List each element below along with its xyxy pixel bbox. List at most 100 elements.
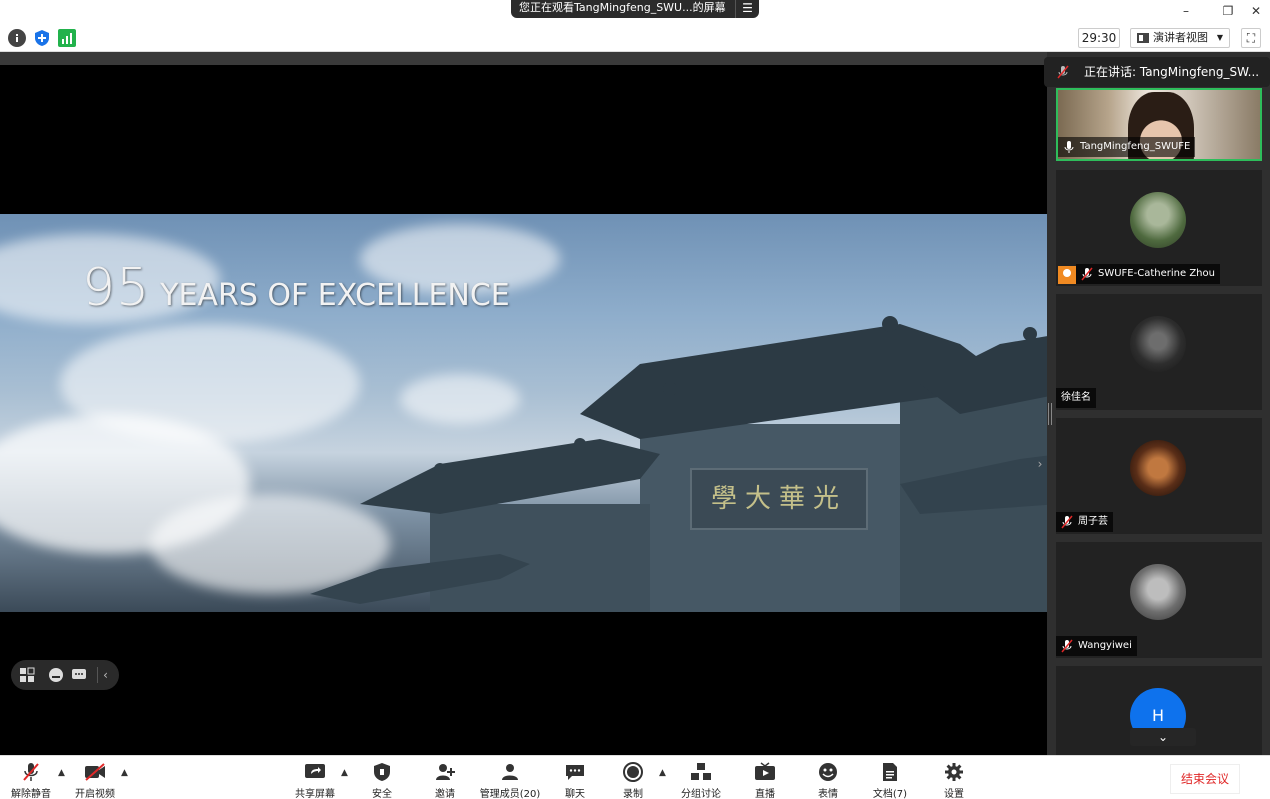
video-options-caret[interactable]: ▲ xyxy=(121,768,128,778)
participant-tile[interactable]: 徐佳名 xyxy=(1056,294,1262,410)
muted-mic-icon xyxy=(1061,639,1073,653)
slide-title-text: YEARS OF EXCELLENCE xyxy=(160,278,510,313)
participant-avatar xyxy=(1130,564,1186,620)
chat-button[interactable]: 聊天 xyxy=(555,762,595,799)
muted-mic-icon xyxy=(1081,267,1093,281)
documents-button[interactable]: 文档(7) xyxy=(870,762,910,799)
chevron-down-icon: ▼ xyxy=(1216,33,1223,42)
participant-tile[interactable]: 周子芸 xyxy=(1056,418,1262,534)
participant-name: SWUFE-Catherine Zhou xyxy=(1098,268,1215,279)
slide-title-number: 95 xyxy=(82,258,151,318)
shield-icon xyxy=(374,763,390,781)
chevron-down-icon: ⌄ xyxy=(1157,730,1169,744)
emoji-icon xyxy=(819,763,837,781)
scroll-down-button[interactable]: ⌄ xyxy=(1130,728,1196,746)
video-off-icon xyxy=(85,763,105,781)
security-label: 安全 xyxy=(372,789,392,799)
viewing-screen-banner[interactable]: 您正在观看TangMingfeng_SWU...的屏幕 ☰ xyxy=(511,0,759,18)
participant-avatar xyxy=(1130,316,1186,372)
record-label: 录制 xyxy=(623,789,643,799)
participant-tile[interactable]: Wangyiwei xyxy=(1056,542,1262,658)
window-title: 您正在观看TangMingfeng_SWU...的屏幕 xyxy=(519,1,726,14)
shared-screen-area[interactable]: 學大華光 95 YEARS OF EXCELLENCE ‹ › xyxy=(0,52,1047,755)
meeting-toolbar: 解除静音 ▲ 开启视频 ▲ 共享屏幕 ▲ 安全 邀请 管理成员(20) 聊天 录… xyxy=(0,755,1270,799)
chat-label: 聊天 xyxy=(565,789,585,799)
view-mode-dropdown[interactable]: 演讲者视图 ▼ xyxy=(1130,28,1230,48)
participant-tile[interactable]: SWUFE-Catherine Zhou xyxy=(1056,170,1262,286)
restore-button[interactable]: ❐ xyxy=(1218,2,1238,20)
view-mode-label: 演讲者视图 xyxy=(1153,31,1208,44)
unmute-label: 解除静音 xyxy=(11,789,51,799)
active-speaker-banner: 正在讲话: TangMingfeng_SW... xyxy=(1044,57,1270,87)
manage-participants-label: 管理成员(20) xyxy=(479,789,541,799)
settings-button[interactable]: 设置 xyxy=(934,762,974,799)
participant-name-tag: 徐佳名 xyxy=(1056,388,1096,408)
record-options-caret[interactable]: ▲ xyxy=(659,768,666,778)
chat-icon xyxy=(566,765,584,780)
participant-name: Wangyiwei xyxy=(1078,640,1132,651)
meeting-info-bar: 29:30 演讲者视图 ▼ ⛶ xyxy=(0,24,1270,52)
slide-title: 95 YEARS OF EXCELLENCE xyxy=(82,258,510,318)
floating-share-controls: ‹ xyxy=(11,660,119,690)
live-stream-icon xyxy=(755,762,775,780)
invite-label: 邀请 xyxy=(435,789,455,799)
chat-icon[interactable] xyxy=(71,667,87,683)
share-screen-label: 共享屏幕 xyxy=(295,789,335,799)
hamburger-icon[interactable]: ☰ xyxy=(735,0,759,18)
title-bar: 您正在观看TangMingfeng_SWU...的屏幕 ☰ – ❐ ✕ xyxy=(0,0,1270,24)
participant-name: 周子芸 xyxy=(1078,516,1108,527)
minimize-button[interactable]: – xyxy=(1176,2,1196,20)
invite-button[interactable]: 邀请 xyxy=(425,762,465,799)
share-top-strip xyxy=(0,52,1047,65)
participant-tile[interactable]: TangMingfeng_SWUFE xyxy=(1056,88,1262,161)
start-video-label: 开启视频 xyxy=(75,789,115,799)
participant-name-tag: Wangyiwei xyxy=(1056,636,1137,656)
shield-icon[interactable] xyxy=(33,29,51,47)
share-screen-icon xyxy=(305,764,325,778)
share-screen-button[interactable]: 共享屏幕 xyxy=(292,762,338,799)
add-user-icon xyxy=(436,764,455,780)
live-stream-label: 直播 xyxy=(755,789,775,799)
participant-name-tag: SWUFE-Catherine Zhou xyxy=(1076,264,1220,284)
info-icon[interactable] xyxy=(8,29,26,47)
gate-silhouette xyxy=(310,316,1047,612)
zoom-meeting-window: 您正在观看TangMingfeng_SWU...的屏幕 ☰ – ❐ ✕ 29:3… xyxy=(0,0,1270,799)
speaker-view-icon xyxy=(1137,33,1149,43)
shared-slide-image: 學大華光 95 YEARS OF EXCELLENCE xyxy=(0,214,1047,612)
breakout-rooms-button[interactable]: 分组讨论 xyxy=(678,762,724,799)
chevron-right-icon[interactable]: › xyxy=(1033,452,1047,476)
close-button[interactable]: ✕ xyxy=(1246,2,1266,20)
document-icon xyxy=(883,763,897,781)
start-video-button[interactable]: 开启视频 xyxy=(72,762,118,799)
security-button[interactable]: 安全 xyxy=(362,762,402,799)
fullscreen-button[interactable]: ⛶ xyxy=(1241,28,1261,48)
muted-mic-icon xyxy=(1061,515,1073,529)
end-meeting-button[interactable]: 结束会议 xyxy=(1170,764,1240,794)
participant-name-tag: TangMingfeng_SWUFE xyxy=(1058,137,1196,157)
documents-label: 文档(7) xyxy=(872,789,908,799)
participant-name-tag: 周子芸 xyxy=(1056,512,1113,532)
active-speaker-label: 正在讲话: TangMingfeng_SW... xyxy=(1084,65,1260,79)
panel-resize-handle[interactable] xyxy=(1048,403,1052,425)
reactions-button[interactable]: 表情 xyxy=(808,762,848,799)
emoji-icon[interactable] xyxy=(48,667,64,683)
unmute-button[interactable]: 解除静音 xyxy=(8,762,54,799)
participant-name: 徐佳名 xyxy=(1061,392,1091,403)
gear-icon xyxy=(945,763,963,781)
participant-avatar xyxy=(1130,192,1186,248)
reactions-label: 表情 xyxy=(818,789,838,799)
signal-strength-icon[interactable] xyxy=(58,29,76,47)
participant-name: TangMingfeng_SWUFE xyxy=(1080,141,1191,152)
muted-mic-icon xyxy=(23,763,39,781)
collapse-icon[interactable]: ‹ xyxy=(97,667,113,683)
live-stream-button[interactable]: 直播 xyxy=(745,762,785,799)
gate-plaque: 學大華光 xyxy=(690,468,868,530)
participant-avatar xyxy=(1130,440,1186,496)
layout-icon[interactable] xyxy=(19,667,35,683)
manage-participants-button[interactable]: 管理成员(20) xyxy=(476,762,544,799)
share-options-caret[interactable]: ▲ xyxy=(341,768,348,778)
record-button[interactable]: 录制 xyxy=(613,762,653,799)
breakout-rooms-label: 分组讨论 xyxy=(681,789,721,799)
record-icon xyxy=(623,762,643,782)
audio-options-caret[interactable]: ▲ xyxy=(58,768,65,778)
